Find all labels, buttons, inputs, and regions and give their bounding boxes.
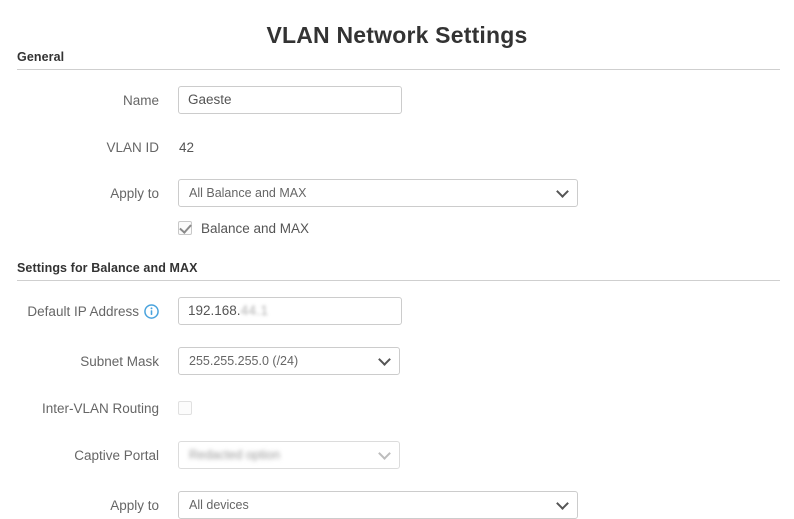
name-input[interactable]: Gaeste: [178, 86, 402, 114]
apply-to-devices-select[interactable]: All devices: [178, 491, 578, 519]
control-apply-to-general: All Balance and MAX: [178, 179, 794, 207]
inter-vlan-routing-checkbox[interactable]: [178, 401, 192, 415]
default-ip-redacted-part: 44.1: [240, 303, 269, 318]
label-subnet-mask-text: Subnet Mask: [80, 353, 159, 369]
chevron-down-icon: [378, 353, 391, 366]
subnet-mask-selected-value: 255.255.255.0 (/24): [189, 354, 299, 368]
chevron-down-icon: [556, 185, 569, 198]
label-captive-portal-text: Captive Portal: [74, 447, 159, 463]
page-title: VLAN Network Settings: [266, 22, 528, 48]
label-vlan-id: VLAN ID: [0, 140, 178, 155]
label-default-ip-text: Default IP Address: [27, 303, 139, 319]
default-ip-visible-part: 192.168.: [188, 303, 241, 318]
label-captive-portal: Captive Portal: [0, 448, 178, 463]
section-header-general: General: [17, 50, 65, 64]
row-vlan-id: VLAN ID 42: [0, 136, 794, 158]
vlan-id-value: 42: [179, 139, 195, 155]
row-device-checkbox: Balance and MAX: [0, 217, 794, 239]
row-captive-portal: Captive Portal Redacted option: [0, 441, 794, 469]
control-apply-to-devices: All devices: [178, 491, 794, 519]
control-vlan-id: 42: [178, 140, 794, 155]
captive-portal-select[interactable]: Redacted option: [178, 441, 400, 469]
device-checkbox[interactable]: [178, 221, 192, 235]
label-name: Name: [0, 93, 178, 108]
apply-to-devices-selected-value: All devices: [189, 498, 249, 512]
default-ip-input[interactable]: 192.168. 44.1: [178, 297, 402, 325]
section-header-balance-max: Settings for Balance and MAX: [17, 261, 198, 275]
chevron-down-icon: [556, 497, 569, 510]
label-apply-to-devices-text: Apply to: [110, 497, 159, 513]
chevron-down-icon: [378, 447, 391, 460]
row-default-ip: Default IP Address 192.168. 44.1: [0, 297, 794, 325]
control-default-ip: 192.168. 44.1: [178, 297, 794, 325]
apply-to-general-selected-value: All Balance and MAX: [189, 186, 307, 200]
apply-to-general-select[interactable]: All Balance and MAX: [178, 179, 578, 207]
info-circle-icon[interactable]: [144, 303, 159, 319]
row-subnet-mask: Subnet Mask 255.255.255.0 (/24): [0, 347, 794, 375]
label-inter-vlan-routing: Inter-VLAN Routing: [0, 401, 178, 416]
label-apply-to-general-text: Apply to: [110, 185, 159, 201]
device-checkbox-label: Balance and MAX: [201, 220, 310, 236]
control-device-checkbox: Balance and MAX: [178, 221, 794, 236]
section-divider-general: [17, 69, 780, 70]
captive-portal-selected-value: Redacted option: [189, 448, 281, 462]
label-apply-to-general: Apply to: [0, 186, 178, 201]
control-captive-portal: Redacted option: [178, 441, 794, 469]
control-name: Gaeste: [178, 86, 794, 114]
section-divider-balance-max: [17, 280, 780, 281]
label-name-text: Name: [122, 92, 159, 108]
row-apply-to-general: Apply to All Balance and MAX: [0, 179, 794, 207]
label-vlan-id-text: VLAN ID: [106, 139, 159, 155]
subnet-mask-select[interactable]: 255.255.255.0 (/24): [178, 347, 400, 375]
control-inter-vlan-routing: [178, 401, 794, 415]
row-apply-to-devices: Apply to All devices: [0, 491, 794, 519]
section-general: General Name Gaeste VLAN ID 42 Apply to …: [0, 50, 794, 239]
label-apply-to-devices: Apply to: [0, 498, 178, 513]
device-checkbox-wrap[interactable]: Balance and MAX: [178, 221, 309, 236]
control-subnet-mask: 255.255.255.0 (/24): [178, 347, 794, 375]
label-default-ip: Default IP Address: [0, 304, 178, 319]
label-inter-vlan-routing-text: Inter-VLAN Routing: [41, 400, 159, 416]
section-balance-max: Settings for Balance and MAX Default IP …: [0, 261, 794, 519]
label-subnet-mask: Subnet Mask: [0, 354, 178, 369]
row-name: Name Gaeste: [0, 86, 794, 114]
row-inter-vlan-routing: Inter-VLAN Routing: [0, 397, 794, 419]
